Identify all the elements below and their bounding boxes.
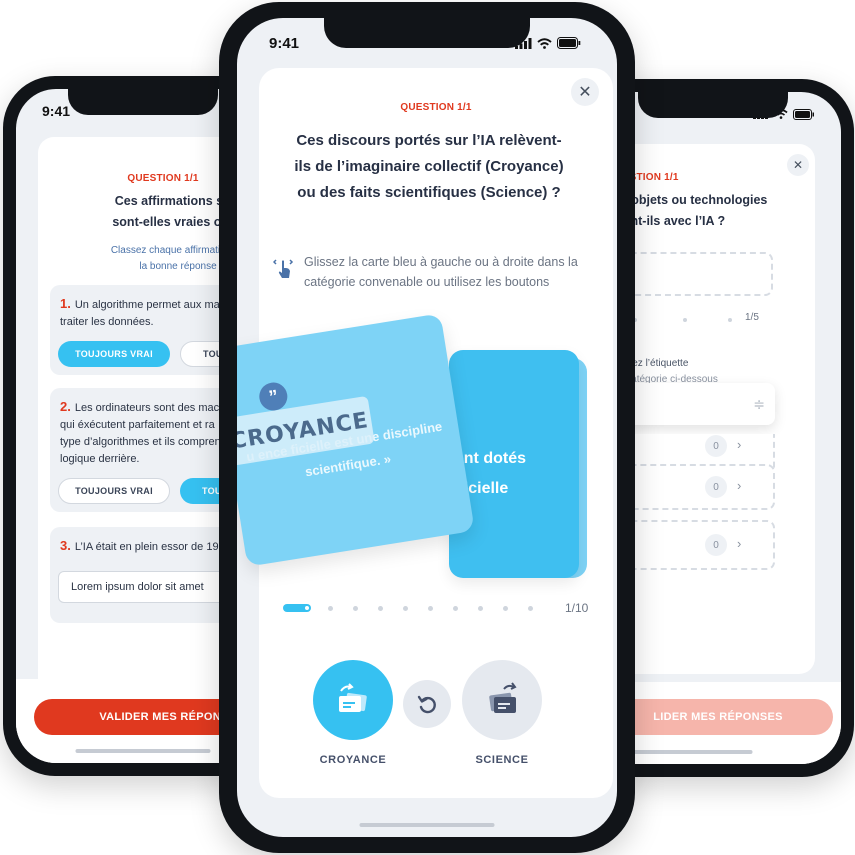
close-icon[interactable]: ✕ [787, 154, 809, 176]
progress-dot [503, 606, 508, 611]
progress-dot [403, 606, 408, 611]
item-text-line: qui éxécutent parfaitement et ra [60, 419, 215, 431]
center-phone: 9:41 ✕ QUESTION 1/1 Ces discours portés … [219, 2, 635, 853]
item-text-line: L’IA était en plein essor de 195 [74, 541, 225, 553]
science-button[interactable] [462, 660, 542, 740]
swipe-card[interactable]: ” u ence ficielle est une discipline sci… [237, 313, 475, 567]
item-number: 1. [60, 296, 71, 311]
progress-count: 1/10 [565, 601, 589, 615]
chevron-right-icon[interactable]: › [737, 478, 741, 493]
right-home-indicator [617, 750, 753, 754]
item-text-line: traiter les données. [60, 316, 154, 328]
center-time: 9:41 [269, 34, 300, 52]
science-card-icon [489, 682, 517, 713]
progress-dot [328, 606, 333, 611]
count-badge: 0 [705, 476, 727, 498]
center-question-title: Ces discours portés sur l’IA relèvent-il… [294, 132, 564, 201]
center-home-indicator [359, 823, 495, 827]
progress-dot [453, 606, 458, 611]
always-true-button[interactable]: TOUJOURS VRAI [58, 478, 170, 504]
undo-icon [417, 695, 436, 714]
center-notch [324, 18, 530, 48]
count-badge: 0 [705, 534, 727, 556]
center-screen: 9:41 ✕ QUESTION 1/1 Ces discours portés … [237, 18, 617, 837]
item-text-line: Les ordinateurs sont des mach [74, 402, 226, 414]
battery-icon [557, 37, 581, 49]
chevron-right-icon[interactable]: › [737, 437, 741, 452]
croyance-button-label: CROYANCE [319, 754, 387, 766]
chevron-right-icon[interactable]: › [737, 536, 741, 551]
count-badge: 0 [705, 435, 727, 457]
swipe-hand-icon [273, 259, 294, 278]
next-card-text: ont dotés ificielle [454, 450, 526, 497]
validate-button[interactable]: LIDER MES RÉPONSES [603, 699, 833, 735]
left-notch [68, 89, 218, 115]
croyance-button[interactable] [313, 660, 393, 740]
item-number: 2. [60, 399, 71, 414]
quote-icon: ” [257, 380, 290, 413]
swipe-instruction: Glissez la carte bleu à gauche ou à droi… [304, 255, 578, 289]
right-notch [638, 92, 788, 118]
item-text-line: logique derrière. [60, 453, 140, 465]
card-progress [283, 601, 573, 615]
always-true-button[interactable]: TOUJOURS VRAI [58, 341, 170, 367]
wifi-icon [537, 37, 552, 49]
item-number: 3. [60, 538, 71, 553]
progress-dot [528, 606, 533, 611]
item-text-line: type d’algorithmes et ils compren [60, 436, 221, 448]
drag-handle-icon[interactable]: ≑ [753, 396, 765, 413]
item-text-line: Un algorithme permet aux mac [74, 299, 226, 311]
progress-dot [353, 606, 358, 611]
close-icon: ✕ [578, 84, 592, 101]
left-time: 9:41 [42, 103, 71, 119]
progress-current-dot [305, 606, 309, 610]
center-question-label: QUESTION 1/1 [400, 102, 472, 113]
progress-dot [478, 606, 483, 611]
center-question-card: ✕ QUESTION 1/1 Ces discours portés sur l… [237, 68, 613, 798]
science-button-label: SCIENCE [475, 754, 529, 766]
right-progress-count: 1/5 [745, 312, 759, 323]
croyance-card-icon [339, 683, 367, 712]
progress-dot [378, 606, 383, 611]
battery-icon [793, 108, 814, 120]
left-home-indicator [75, 749, 211, 753]
progress-dot [428, 606, 433, 611]
undo-button[interactable] [403, 680, 451, 728]
